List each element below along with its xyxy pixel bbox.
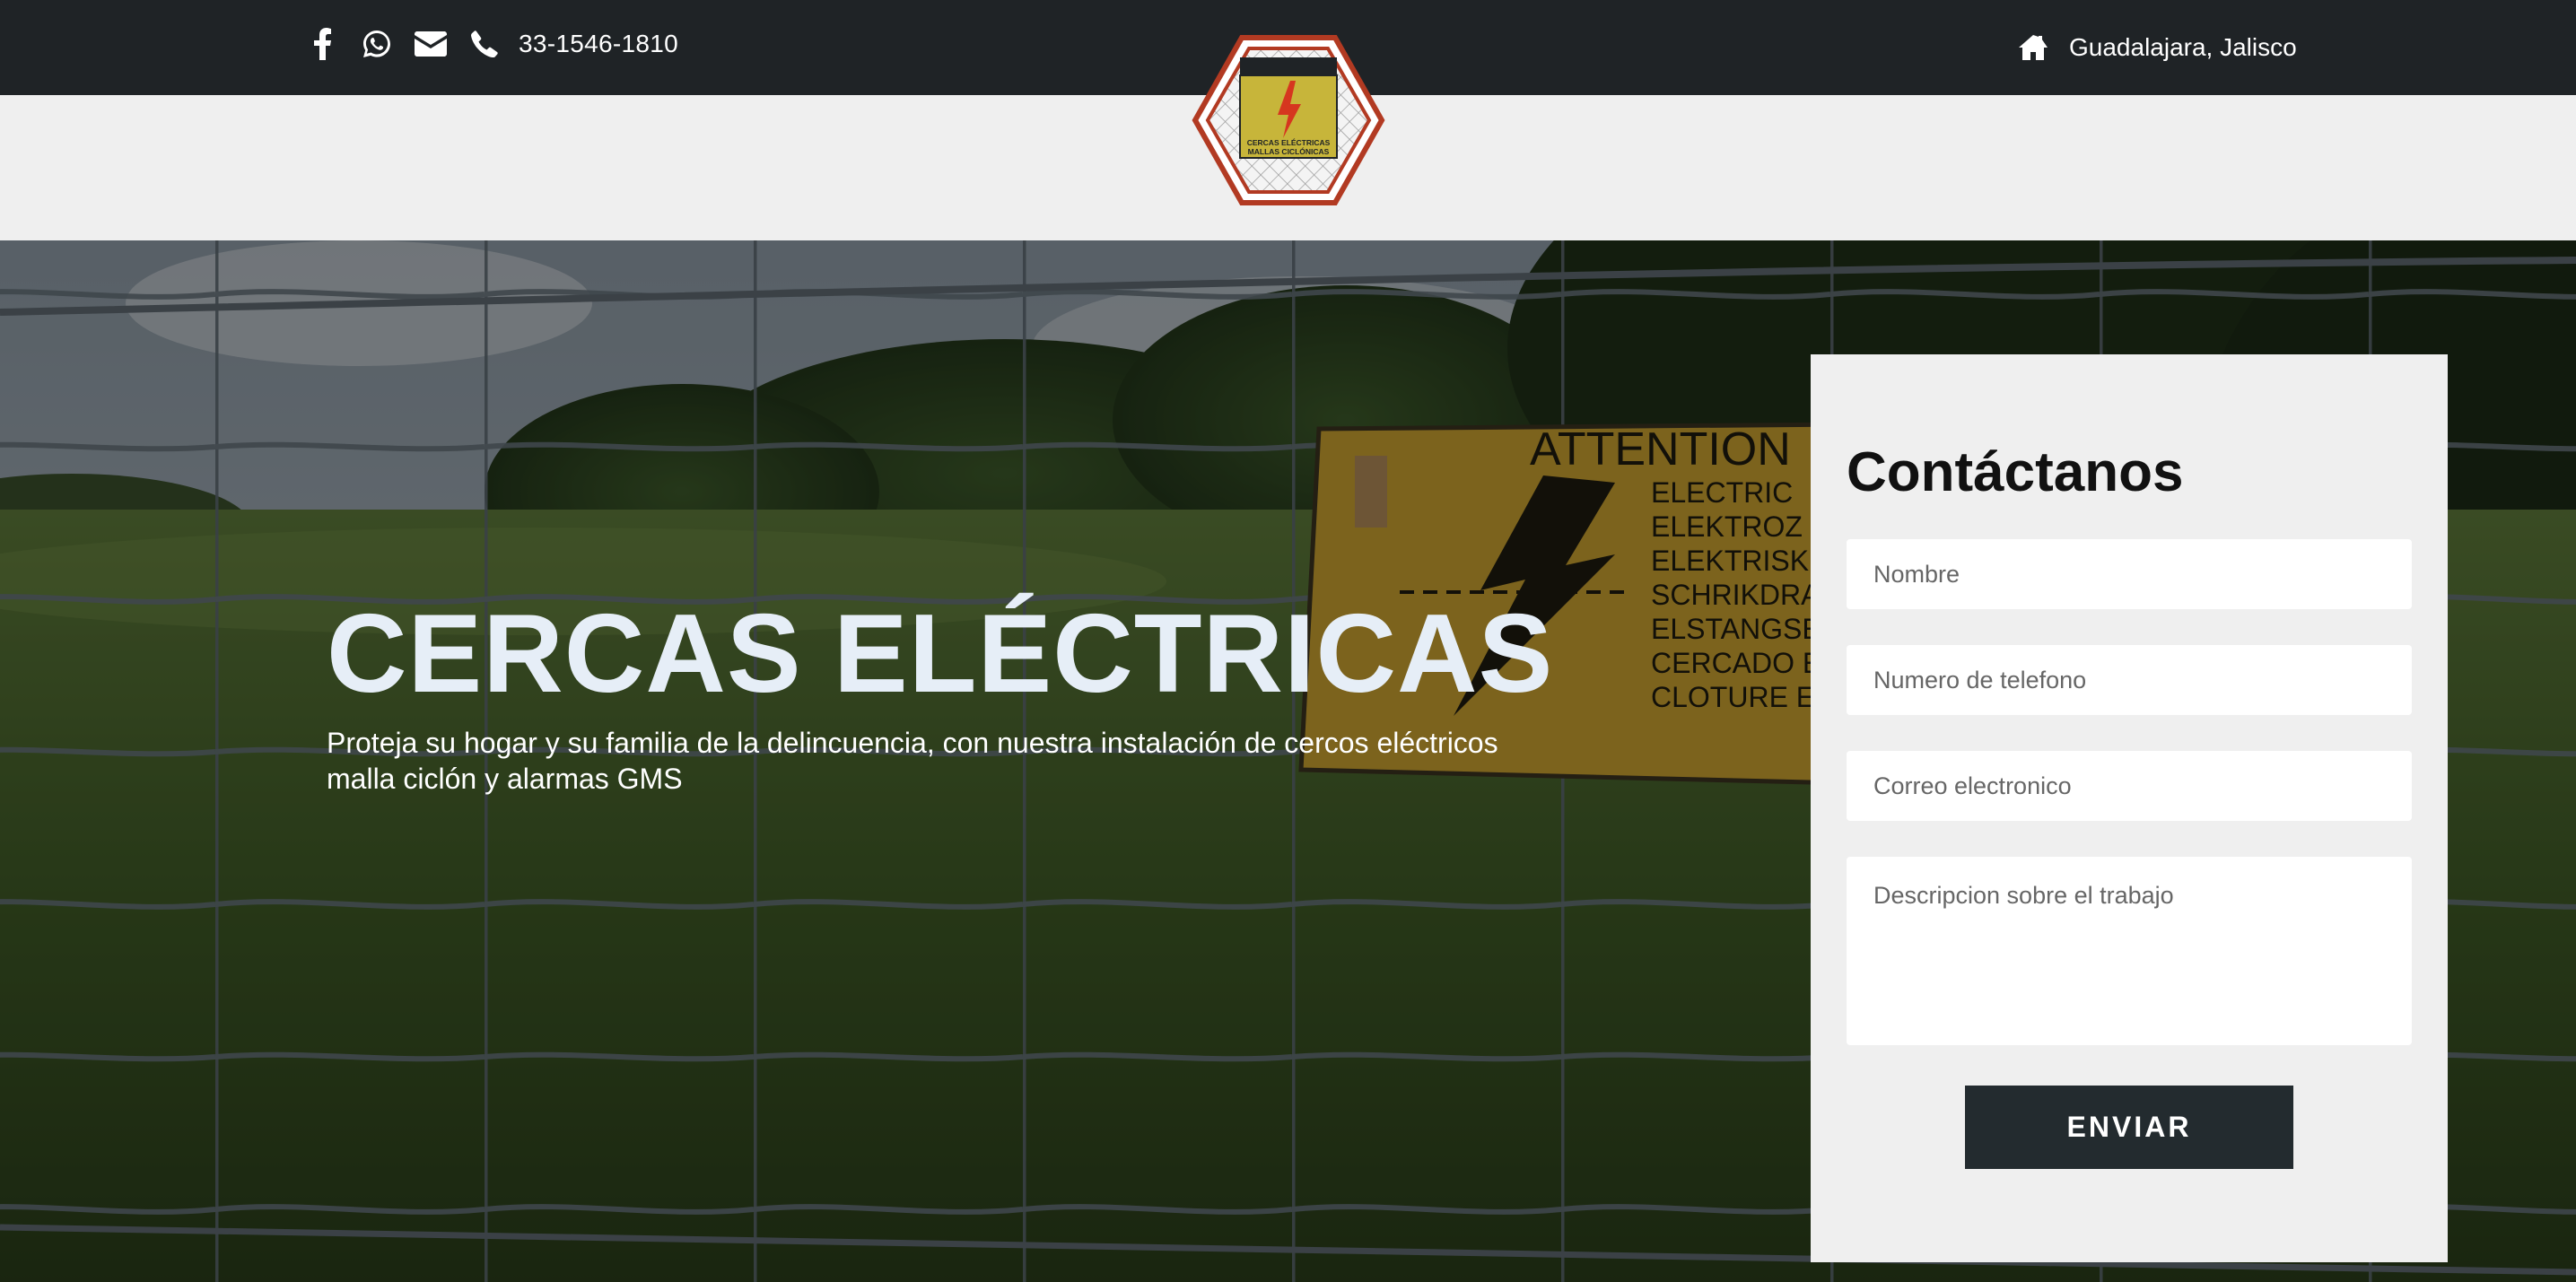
contact-icons: 33-1546-1810 <box>296 23 678 65</box>
facebook-icon[interactable] <box>296 23 350 65</box>
phone-input[interactable] <box>1847 645 2412 715</box>
send-button[interactable]: ENVIAR <box>1965 1086 2293 1169</box>
home-icon <box>2019 35 2048 60</box>
logo-line-2: MALLAS CICLÓNICAS <box>1248 146 1330 156</box>
location-text: Guadalajara, Jalisco <box>2069 33 2297 61</box>
name-input[interactable] <box>1847 539 2412 609</box>
phone-icon[interactable] <box>458 23 511 65</box>
description-textarea[interactable] <box>1847 857 2412 1045</box>
logo-line-1: CERCAS ELÉCTRICAS <box>1247 138 1331 147</box>
site-logo[interactable]: CERCAS ELÉCTRICAS MALLAS CICLÓNICAS <box>1190 32 1387 208</box>
email-input[interactable] <box>1847 751 2412 821</box>
phone-number[interactable]: 33-1546-1810 <box>519 30 678 58</box>
envelope-icon[interactable] <box>404 23 458 65</box>
contact-title: Contáctanos <box>1847 441 2184 503</box>
hero-title: CERCAS ELÉCTRICAS <box>327 592 1554 716</box>
location: Guadalajara, Jalisco <box>2019 27 2297 68</box>
whatsapp-icon[interactable] <box>350 23 404 65</box>
contact-form-card: Contáctanos ENVIAR <box>1811 354 2448 1262</box>
hero-subtitle: Proteja su hogar y su familia de la deli… <box>327 727 1498 795</box>
